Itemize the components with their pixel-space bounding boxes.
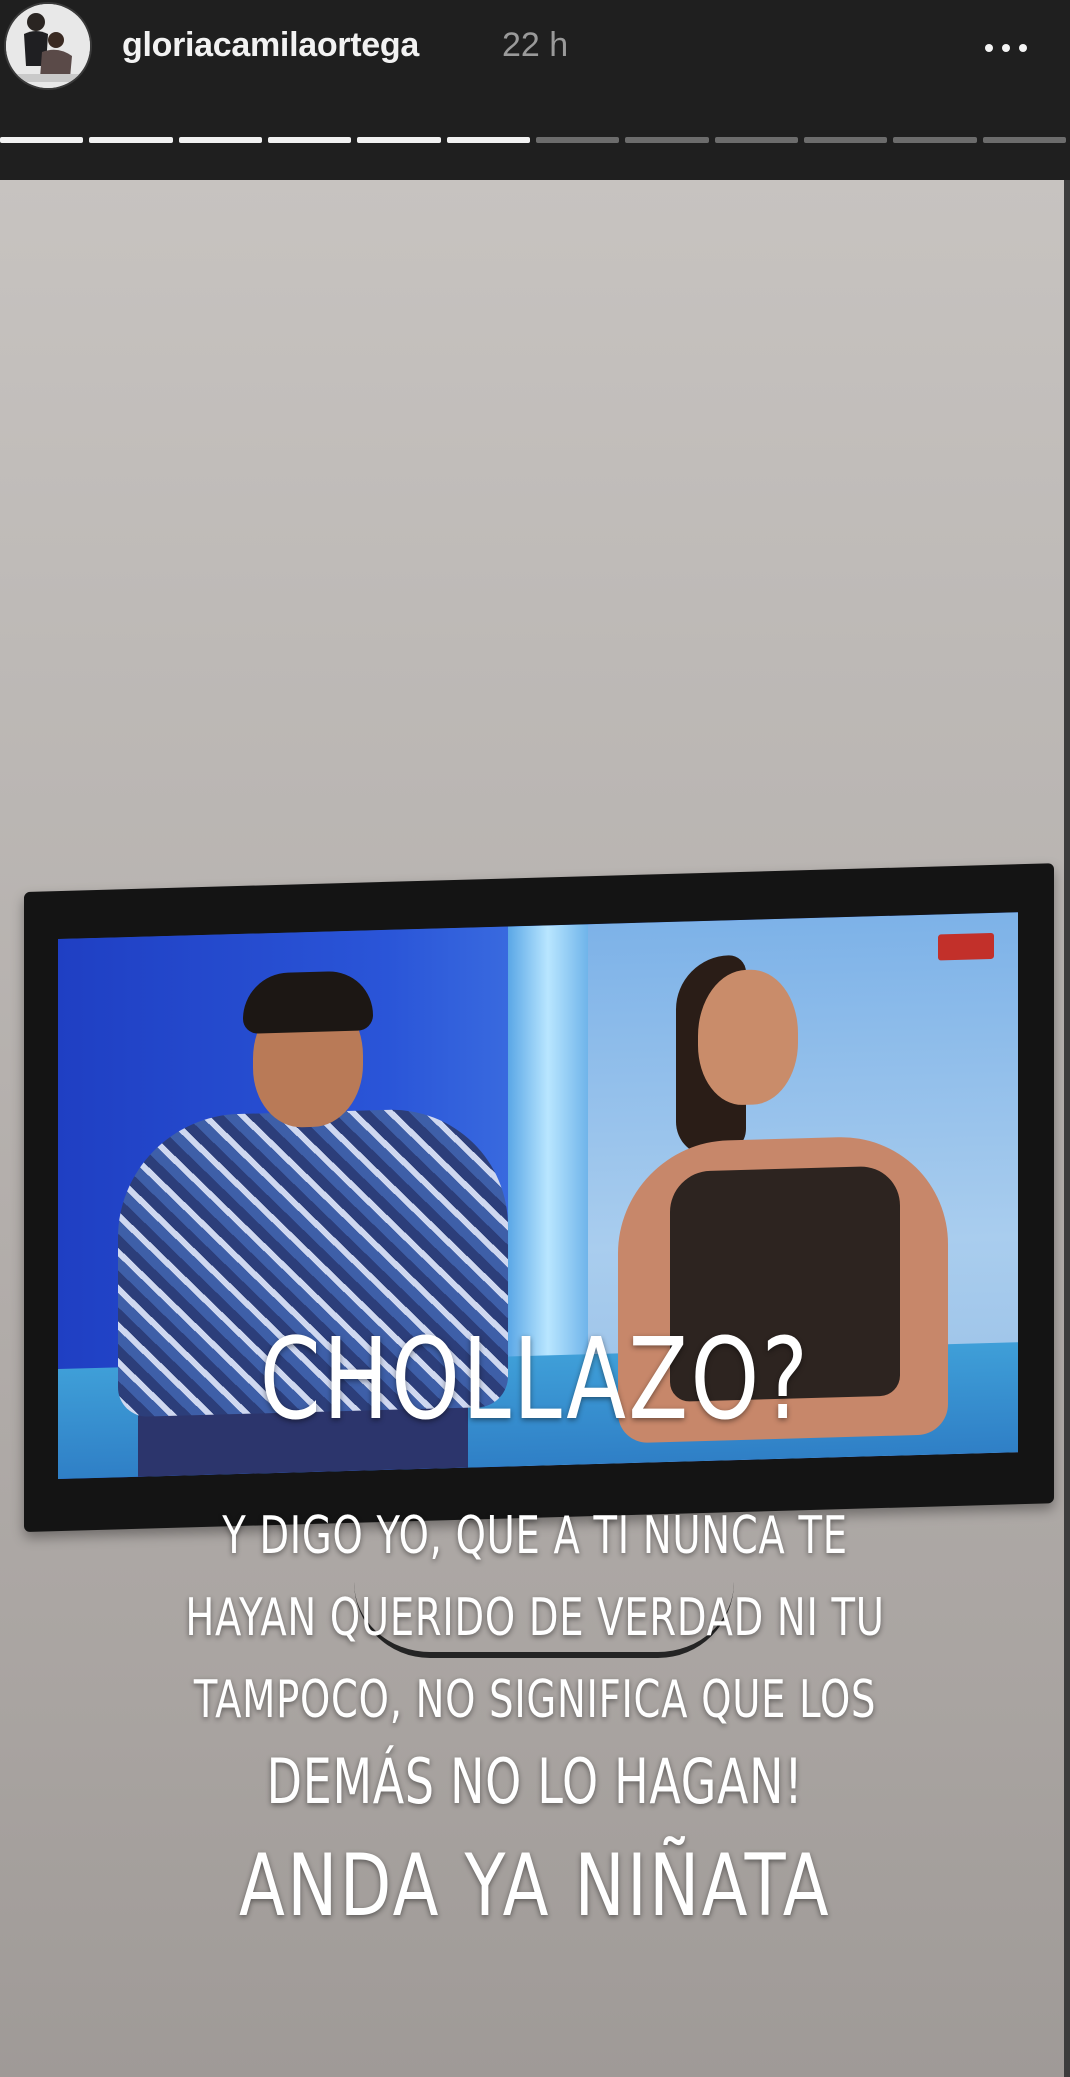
more-options-icon[interactable]	[966, 26, 1046, 70]
story-timestamp: 22 h	[502, 26, 569, 64]
story-closing-text: ANDA YA NIÑATA	[239, 1836, 831, 1936]
progress-segment	[446, 137, 530, 143]
channel-logo	[938, 932, 994, 961]
profile-avatar[interactable]	[4, 2, 92, 90]
progress-segment	[178, 137, 262, 143]
story-progress-bar	[0, 137, 1066, 143]
progress-segment	[982, 137, 1066, 143]
message-line: TAMPOCO, NO SIGNIFICA QUE LOS	[193, 1670, 877, 1730]
progress-segment	[893, 137, 977, 143]
message-line: Y DIGO YO, QUE A TI NUNCA TE	[222, 1506, 848, 1566]
progress-segment	[357, 137, 441, 143]
username-link[interactable]: gloriacamilaortega	[122, 26, 419, 65]
progress-segment	[714, 137, 798, 143]
progress-segment	[625, 137, 709, 143]
story-headline-text: CHOLLAZO?	[259, 1315, 811, 1445]
progress-segment	[803, 137, 888, 143]
avatar-photo-icon	[6, 4, 90, 88]
progress-segment	[535, 137, 620, 143]
progress-segment	[89, 137, 173, 143]
story-header: gloriacamilaortega 22 h	[0, 0, 1070, 180]
message-line: HAYAN QUERIDO DE VERDAD NI TU	[185, 1588, 885, 1648]
progress-segment	[267, 137, 352, 143]
story-viewer[interactable]: gloriacamilaortega 22 h CHOLLAZO? Y DIGO…	[0, 0, 1070, 2077]
message-line: DEMÁS NO LO HAGAN!	[266, 1745, 804, 1818]
story-message-text: Y DIGO YO, QUE A TI NUNCA TE HAYAN QUERI…	[139, 1495, 931, 1823]
progress-segment	[0, 137, 84, 143]
